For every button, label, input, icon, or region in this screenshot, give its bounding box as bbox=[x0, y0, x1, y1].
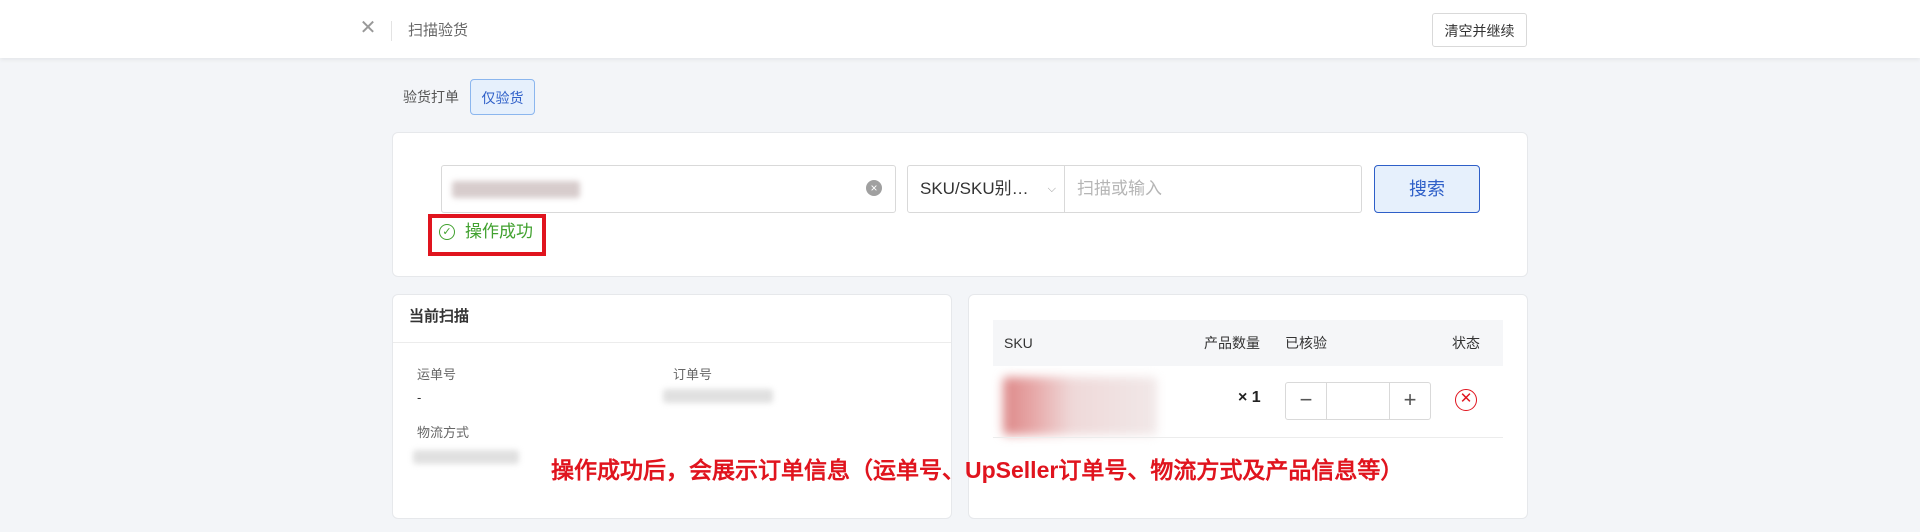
clear-input-icon[interactable]: × bbox=[866, 180, 882, 196]
verified-quantity-input[interactable] bbox=[1326, 383, 1394, 421]
minus-button[interactable]: − bbox=[1286, 383, 1327, 419]
tab-inspect-only[interactable]: 仅验货 bbox=[470, 79, 535, 115]
shipping-method-label: 物流方式 bbox=[417, 425, 470, 440]
check-circle-icon: ✓ bbox=[439, 224, 455, 240]
column-header-verified: 已核验 bbox=[1285, 335, 1327, 351]
chevron-down-icon: ⌵ bbox=[1047, 183, 1056, 195]
tracking-label: 运单号 bbox=[417, 367, 457, 382]
sku-type-value: SKU/SKU别… bbox=[920, 179, 1029, 198]
sku-type-select[interactable]: SKU/SKU别… ⌵ bbox=[907, 165, 1065, 213]
tab-inspect-and-print[interactable]: 验货打单 bbox=[398, 79, 464, 115]
divider bbox=[393, 342, 951, 343]
verified-quantity-stepper[interactable]: − + bbox=[1285, 382, 1431, 421]
tracking-value: - bbox=[417, 390, 422, 405]
top-bar: ✕ 扫描验货 清空并继续 bbox=[0, 0, 1920, 58]
column-header-sku: SKU bbox=[1004, 335, 1033, 351]
row-divider bbox=[993, 437, 1503, 438]
error-status-icon[interactable]: ✕ bbox=[1455, 389, 1477, 411]
blurred-shipping-method bbox=[413, 450, 519, 464]
column-header-quantity: 产品数量 bbox=[1204, 335, 1260, 351]
blurred-order-number bbox=[663, 389, 773, 403]
column-header-status: 状态 bbox=[1452, 335, 1480, 351]
order-label: 订单号 bbox=[673, 367, 713, 382]
scan-input[interactable] bbox=[1065, 165, 1362, 213]
current-scan-title: 当前扫描 bbox=[409, 308, 470, 325]
plus-button[interactable]: + bbox=[1389, 383, 1430, 419]
current-scan-card bbox=[392, 294, 952, 519]
close-icon[interactable]: ✕ bbox=[358, 16, 378, 40]
success-message: 操作成功 bbox=[465, 222, 533, 241]
blurred-tracking-value bbox=[452, 181, 580, 198]
product-image bbox=[1003, 377, 1157, 435]
page-title: 扫描验货 bbox=[408, 22, 469, 39]
divider bbox=[391, 21, 392, 41]
product-quantity: × 1 bbox=[1238, 389, 1261, 406]
search-button[interactable]: 搜索 bbox=[1374, 165, 1480, 213]
clear-and-continue-button[interactable]: 清空并继续 bbox=[1432, 13, 1527, 47]
annotation-note: 操作成功后，会展示订单信息（运单号、UpSeller订单号、物流方式及产品信息等… bbox=[551, 457, 1404, 483]
